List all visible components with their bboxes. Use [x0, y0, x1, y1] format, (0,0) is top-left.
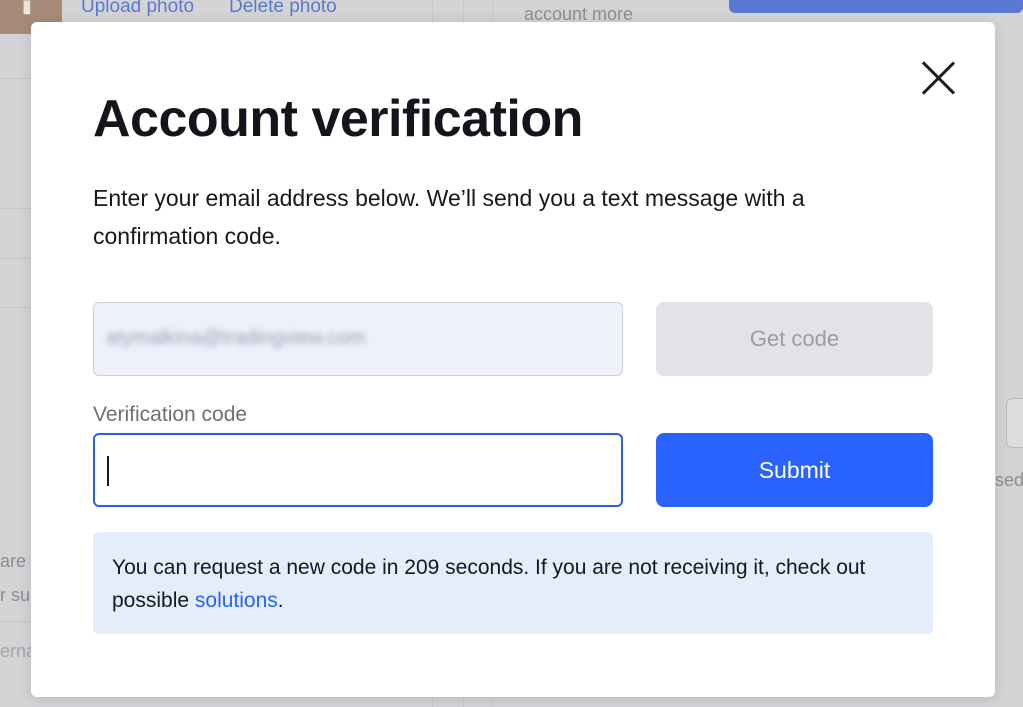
divider	[0, 307, 30, 308]
countdown-seconds: 209	[404, 556, 440, 579]
background-text: r su	[0, 585, 31, 605]
get-code-button[interactable]: Get code	[656, 302, 933, 376]
background-primary-button	[729, 0, 1023, 13]
submit-button[interactable]: Submit	[656, 433, 933, 507]
divider	[0, 258, 30, 259]
resend-notice: You can request a new code in 209 second…	[93, 532, 933, 634]
notice-text: .	[277, 589, 284, 612]
verification-code-input[interactable]	[93, 433, 623, 507]
verification-code-label: Verification code	[93, 403, 248, 426]
account-verification-dialog: Account verification Enter your email ad…	[31, 22, 995, 697]
avatar-mark: ▮	[22, 0, 32, 16]
dialog-title: Account verification	[93, 90, 583, 148]
divider	[0, 208, 30, 209]
close-icon[interactable]	[918, 58, 958, 98]
email-field[interactable]: atymalkina@tradingview.com	[93, 302, 623, 376]
notice-text: You can request a new code in	[112, 556, 405, 579]
upload-photo-link[interactable]: Upload photo	[81, 0, 194, 18]
solutions-link[interactable]: solutions	[195, 589, 278, 612]
background-text: are	[0, 551, 27, 571]
email-value: atymalkina@tradingview.com	[106, 327, 366, 349]
dialog-description: Enter your email address below. We’ll se…	[93, 185, 805, 249]
divider	[0, 621, 30, 622]
background-text: sed	[995, 470, 1023, 490]
text-caret	[107, 456, 109, 486]
background-input	[1006, 398, 1023, 448]
delete-photo-link[interactable]: Delete photo	[229, 0, 337, 18]
divider	[0, 78, 30, 79]
